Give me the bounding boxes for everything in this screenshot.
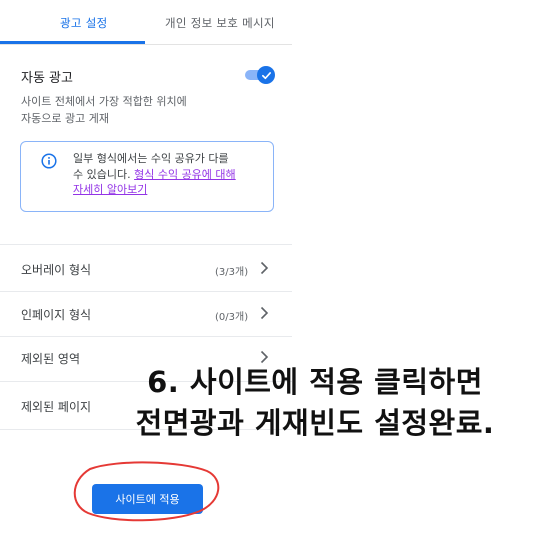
caption-line1: 6. 사이트에 적용 클릭하면 — [147, 365, 483, 399]
chevron-right-icon — [260, 306, 269, 320]
tab-privacy-messages[interactable]: 개인 정보 보호 메시지 — [165, 15, 275, 31]
toggle-knob — [257, 66, 275, 84]
learn-more-link[interactable]: 형식 수익 공유에 대해 — [134, 168, 236, 181]
annotation-circle — [73, 461, 220, 522]
auto-ads-description-line2: 자동으로 광고 게재 — [21, 112, 109, 125]
notice-text-line1: 일부 형식에서는 수익 공유가 다를 — [73, 152, 229, 165]
caption-line2: 전면광과 게재빈도 설정완료. — [135, 406, 495, 440]
divider — [0, 244, 292, 245]
auto-ads-description: 사이트 전체에서 가장 적합한 위치에 자동으로 광고 게재 — [21, 93, 231, 127]
row-label: 오버레이 형식 — [21, 263, 92, 277]
ad-settings-panel: 광고 설정 개인 정보 보호 메시지 자동 광고 사이트 전체에서 가장 적합한… — [0, 0, 292, 533]
auto-ads-toggle[interactable] — [245, 66, 275, 84]
tab-ad-settings[interactable]: 광고 설정 — [60, 15, 107, 31]
instruction-caption: 6. 사이트에 적용 클릭하면 전면광과 게재빈도 설정완료. — [90, 362, 533, 444]
auto-ads-description-line1: 사이트 전체에서 가장 적합한 위치에 — [21, 95, 187, 108]
auto-ads-title: 자동 광고 — [21, 71, 73, 86]
notice-text: 일부 형식에서는 수익 공유가 다를 수 있습니다. 형식 수익 공유에 대해 … — [73, 151, 263, 198]
chevron-right-icon — [260, 261, 269, 275]
row-count: (3/3개) — [215, 267, 249, 278]
row-label: 제외된 페이지 — [21, 400, 92, 414]
tab-bar: 광고 설정 개인 정보 보호 메시지 — [0, 0, 292, 45]
row-count: (0/3개) — [215, 312, 249, 323]
learn-more-link-cont[interactable]: 자세히 알아보기 — [73, 183, 147, 196]
notice-text-prefix: 수 있습니다. — [73, 167, 135, 181]
check-icon — [261, 71, 271, 79]
inpage-formats-row[interactable]: 인페이지 형식 (0/3개) — [0, 292, 292, 336]
active-tab-indicator — [0, 41, 145, 44]
row-label: 인페이지 형식 — [21, 308, 92, 322]
revenue-share-notice: 일부 형식에서는 수익 공유가 다를 수 있습니다. 형식 수익 공유에 대해 … — [20, 141, 274, 212]
overlay-formats-row[interactable]: 오버레이 형식 (3/3개) — [0, 247, 292, 291]
info-icon — [41, 153, 57, 169]
row-label: 제외된 영역 — [21, 352, 81, 366]
